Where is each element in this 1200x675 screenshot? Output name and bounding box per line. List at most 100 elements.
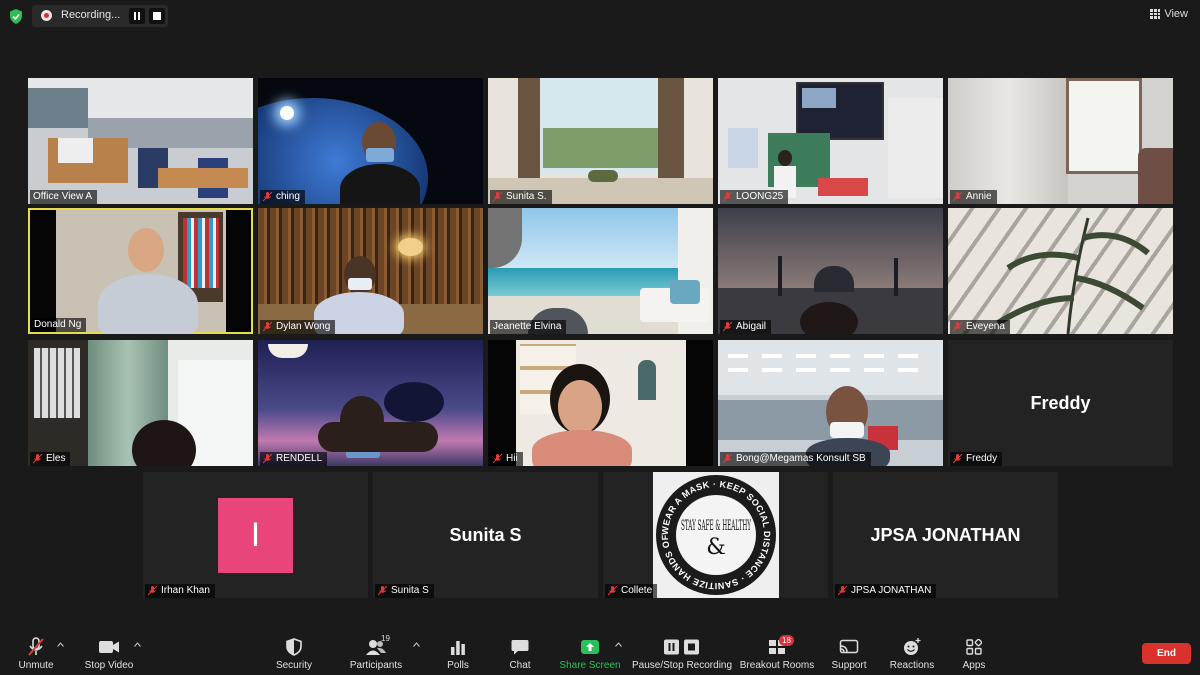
video-tile[interactable]: Sunita S.: [488, 78, 713, 204]
video-tile[interactable]: Abigail: [718, 208, 943, 334]
smiley-add-icon: [904, 638, 921, 655]
participant-name-tag: Hii: [490, 452, 523, 466]
reactions-button[interactable]: Reactions: [890, 628, 934, 675]
participant-name-tag: Annie: [950, 190, 997, 204]
breakout-rooms-button[interactable]: 18 Breakout Rooms: [740, 628, 814, 675]
participant-name-tag: RENDELL: [260, 452, 328, 466]
muted-mic-icon: [493, 454, 502, 464]
participant-name-tag: Freddy: [950, 452, 1003, 466]
participant-display-name: Sunita S: [449, 524, 522, 545]
breakout-rooms-count: 18: [779, 635, 794, 646]
video-camera-icon: [99, 641, 119, 653]
chat-button[interactable]: Chat: [500, 628, 540, 675]
end-meeting-button[interactable]: End: [1142, 643, 1191, 664]
view-label: View: [1164, 8, 1188, 20]
muted-mic-icon: [838, 586, 847, 596]
participant-display-name: JPSA JONATHAN: [870, 524, 1021, 545]
unmute-button[interactable]: Unmute: [16, 628, 56, 675]
video-tile[interactable]: Office View A: [28, 78, 253, 204]
muted-mic-icon: [723, 192, 732, 202]
participant-name-tag: Eveyena: [950, 320, 1010, 334]
participant-display-name: Freddy: [1030, 392, 1091, 413]
muted-mic-icon: [33, 454, 42, 464]
participant-name-tag: Irhan Khan: [145, 584, 215, 598]
participant-name-tag: Dylan Wong: [260, 320, 336, 334]
video-tile-active-speaker[interactable]: Donald Ng: [28, 208, 253, 334]
video-tile[interactable]: JPSA JONATHAN JPSA JONATHAN: [833, 472, 1058, 598]
muted-mic-icon: [953, 322, 962, 332]
microphone-muted-icon: [28, 637, 44, 656]
participant-name-tag: JPSA JONATHAN: [835, 584, 937, 598]
recording-dot-icon: [41, 10, 52, 21]
video-tile[interactable]: Eveyena: [948, 208, 1173, 334]
muted-mic-icon: [148, 586, 157, 596]
muted-mic-icon: [263, 322, 272, 332]
meeting-toolbar: Unmute Stop Video Security 19 Participan…: [0, 628, 1200, 675]
participant-name-tag: Sunita S.: [490, 190, 552, 204]
video-tile[interactable]: Hii: [488, 340, 713, 466]
chevron-up-icon[interactable]: [134, 642, 141, 647]
participant-name-tag: Office View A: [30, 190, 98, 204]
svg-text:STAY SAFE & HEALTHY: STAY SAFE & HEALTHY: [681, 518, 751, 534]
video-tile[interactable]: ching: [258, 78, 483, 204]
video-tile[interactable]: Eles: [28, 340, 253, 466]
muted-mic-icon: [723, 322, 732, 332]
video-tile[interactable]: I Irhan Khan: [143, 472, 368, 598]
recording-indicator: Recording...: [32, 5, 168, 27]
participant-name-tag: Jeanette Elvina: [490, 320, 567, 334]
video-tile[interactable]: Annie: [948, 78, 1173, 204]
stay-safe-badge-image: WEAR A MASK · KEEP SOCIAL DISTANCE · SAN…: [650, 472, 779, 598]
participants-button[interactable]: 19 Participants: [348, 628, 404, 675]
video-tile[interactable]: RENDELL: [258, 340, 483, 466]
video-tile[interactable]: Bong@Megamas Konsult SB: [718, 340, 943, 466]
apps-button[interactable]: Apps: [954, 628, 994, 675]
participant-name-tag: Abigail: [720, 320, 772, 334]
svg-text:&: &: [706, 535, 726, 560]
video-tile[interactable]: Dylan Wong: [258, 208, 483, 334]
chevron-up-icon[interactable]: [413, 642, 420, 647]
polls-button[interactable]: Polls: [438, 628, 478, 675]
muted-mic-icon: [263, 454, 272, 464]
chevron-up-icon[interactable]: [615, 642, 622, 647]
grid-view-icon: [1150, 9, 1161, 19]
muted-mic-icon: [263, 192, 272, 202]
participant-name-tag: Collete: [605, 584, 658, 598]
participant-name-tag: LOONG25: [720, 190, 789, 204]
pause-recording-button[interactable]: [129, 8, 145, 24]
video-tile[interactable]: Sunita S Sunita S: [373, 472, 598, 598]
participant-name-tag: Donald Ng: [31, 318, 87, 332]
video-tile[interactable]: Jeanette Elvina: [488, 208, 713, 334]
security-button[interactable]: Security: [274, 628, 314, 675]
video-tile[interactable]: WEAR A MASK · KEEP SOCIAL DISTANCE · SAN…: [603, 472, 828, 598]
share-screen-icon: [581, 640, 599, 654]
view-button[interactable]: View: [1150, 8, 1188, 20]
muted-mic-icon: [723, 454, 732, 464]
support-button[interactable]: Support: [829, 628, 869, 675]
participant-name-tag: Sunita S: [375, 584, 434, 598]
muted-mic-icon: [608, 586, 617, 596]
shield-icon: [286, 638, 302, 656]
stop-video-button[interactable]: Stop Video: [84, 628, 134, 675]
bar-chart-icon: [451, 641, 465, 655]
pause-stop-icon: [664, 639, 699, 655]
participant-name-tag: Bong@Megamas Konsult SB: [720, 452, 871, 466]
chat-bubble-icon: [511, 640, 529, 655]
chevron-up-icon[interactable]: [57, 642, 64, 647]
shield-icon[interactable]: [9, 9, 23, 24]
participants-count: 19: [381, 634, 390, 643]
stay-safe-logo: WEAR A MASK · KEEP SOCIAL DISTANCE · SAN…: [650, 472, 776, 595]
recording-label: Recording...: [61, 9, 121, 21]
stop-recording-button[interactable]: [149, 8, 165, 24]
avatar: I: [218, 498, 293, 573]
muted-mic-icon: [378, 586, 387, 596]
muted-mic-icon: [953, 454, 962, 464]
support-screen-icon: [839, 639, 859, 654]
plant-shadow: [996, 217, 1150, 334]
video-tile[interactable]: Freddy Freddy: [948, 340, 1173, 466]
muted-mic-icon: [953, 192, 962, 202]
pause-stop-recording-button[interactable]: Pause/Stop Recording: [632, 628, 732, 675]
video-tile[interactable]: LOONG25: [718, 78, 943, 204]
top-bar: Recording... View: [0, 0, 1200, 34]
participant-name-tag: Eles: [30, 452, 71, 466]
share-screen-button[interactable]: Share Screen: [559, 628, 621, 675]
